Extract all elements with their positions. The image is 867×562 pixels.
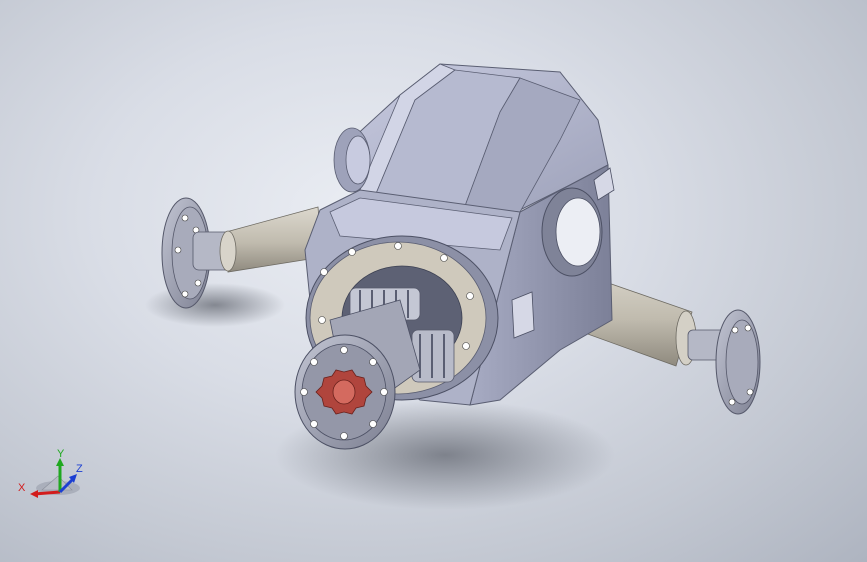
triad-z-label: Z [76,463,83,475]
ground-shadow-left [145,283,285,327]
gearbox-3d-model[interactable] [0,0,867,562]
triad-x-arrow-icon [30,490,38,498]
graphics-viewport[interactable]: X Y Z [0,0,867,562]
coordinate-triad: X Y Z [14,446,90,508]
triad-y-label: Y [57,448,65,460]
triad-x-label: X [18,482,26,494]
